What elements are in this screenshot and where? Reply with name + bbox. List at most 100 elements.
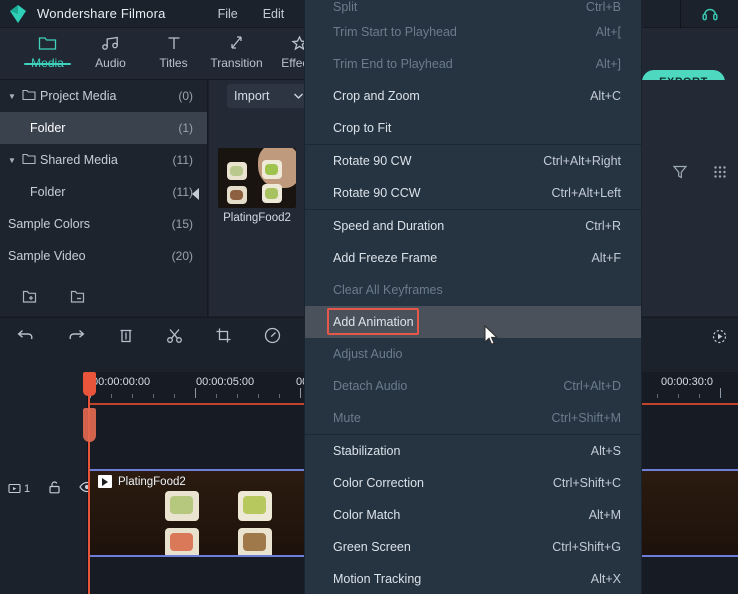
text-t-icon [166,33,182,53]
play-icon [98,475,112,488]
delete-icon[interactable] [118,327,134,347]
collapse-panel-arrow-icon[interactable] [192,188,199,200]
unlock-icon[interactable] [48,480,61,497]
chevron-down-icon[interactable]: ▼ [8,92,22,101]
tab-label-audio: Audio [95,56,126,70]
tab-transition[interactable]: Transition [205,28,268,70]
mouse-pointer-icon [484,324,498,345]
menu-item-speed-and-duration[interactable]: Speed and Duration Ctrl+R [305,210,641,242]
video-track-icon: 1 [8,483,30,495]
menu-item-split[interactable]: Split Ctrl+B [305,0,641,16]
tab-media[interactable]: Media [16,28,79,70]
library-row-shared-media[interactable]: ▼ Shared Media (11) [0,144,207,176]
library-count: (0) [178,89,193,103]
library-label: Sample Colors [8,217,90,231]
ruler-label-0: 00:00:00:00 [92,376,151,388]
menu-item-label: Add Freeze Frame [333,251,438,265]
menu-item-shortcut: Ctrl+Alt+Left [551,186,621,200]
remove-folder-icon[interactable] [70,289,88,308]
menu-item-label: Add Animation [333,315,414,329]
clip-name: PlatingFood2 [118,475,186,488]
clip-context-menu: Split Ctrl+B Trim Start to Playhead Alt+… [305,0,641,594]
menu-item-color-correction[interactable]: Color Correction Ctrl+Shift+C [305,467,641,499]
menu-item-mute[interactable]: Mute Ctrl+Shift+M [305,402,641,434]
timeline-playhead[interactable] [88,372,90,594]
menu-item-adjust-audio[interactable]: Adjust Audio [305,338,641,370]
undo-icon[interactable] [16,328,35,347]
menu-item-trim-end-to-playhead[interactable]: Trim End to Playhead Alt+] [305,48,641,80]
menu-item-shortcut: Ctrl+Shift+G [552,540,621,554]
menu-item-crop-to-fit[interactable]: Crop to Fit [305,112,641,144]
speed-icon[interactable] [264,327,281,347]
import-button[interactable]: Import [227,84,311,108]
menu-item-clear-all-keyframes[interactable]: Clear All Keyframes [305,274,641,306]
timeline-track-header: 1 [0,372,95,594]
menu-item-trim-start-to-playhead[interactable]: Trim Start to Playhead Alt+[ [305,16,641,48]
tab-label-transition: Transition [210,56,263,70]
help-support-button[interactable] [680,0,738,28]
ruler-label-2: 00:00:30:0 [661,376,713,388]
menu-item-rotate-90-ccw[interactable]: Rotate 90 CCW Ctrl+Alt+Left [305,177,641,209]
redo-icon[interactable] [67,328,86,347]
library-count: (15) [171,217,193,231]
menu-item-shortcut: Alt+] [595,57,621,71]
menu-item-shortcut: Ctrl+Alt+Right [543,154,621,168]
library-row-sample-colors[interactable]: Sample Colors (15) [0,208,207,240]
library-row-folder-selected[interactable]: Folder (1) [0,112,207,144]
menu-item-shortcut: Ctrl+R [585,219,621,233]
filter-icon[interactable] [672,164,688,183]
library-label: Shared Media [40,153,118,167]
menu-item-label: Stabilization [333,444,401,458]
menu-item-label: Trim Start to Playhead [333,25,457,39]
menu-item-label: Trim End to Playhead [333,57,453,71]
split-scissors-icon[interactable] [166,327,183,347]
menu-item-add-animation[interactable]: Add Animation [305,306,641,338]
crop-icon[interactable] [215,327,232,347]
library-footer-actions [0,289,208,308]
menu-item-color-match[interactable]: Color Match Alt+M [305,499,641,531]
menu-item-crop-and-zoom[interactable]: Crop and Zoom Alt+C [305,80,641,112]
menu-item-rotate-90-cw[interactable]: Rotate 90 CW Ctrl+Alt+Right [305,145,641,177]
menu-item-add-freeze-frame[interactable]: Add Freeze Frame Alt+F [305,242,641,274]
new-folder-icon[interactable] [22,289,40,308]
menu-item-label: Adjust Audio [333,347,403,361]
track-number: 1 [24,482,31,495]
media-thumbnail [218,148,296,208]
tab-titles[interactable]: Titles [142,28,205,70]
menu-file[interactable]: File [218,7,238,21]
timeline-settings-icon[interactable] [711,328,728,348]
menu-item-shortcut: Alt+X [590,572,621,586]
menu-item-motion-tracking[interactable]: Motion Tracking Alt+X [305,563,641,594]
menu-item-shortcut: Ctrl+B [585,0,621,14]
menu-item-shortcut: Alt+[ [595,25,621,39]
menu-item-stabilization[interactable]: Stabilization Alt+S [305,435,641,467]
menu-item-shortcut: Alt+F [591,251,621,265]
library-row-sample-video[interactable]: Sample Video (20) [0,240,207,272]
tab-label-titles: Titles [159,56,188,70]
library-row-shared-folder[interactable]: Folder (11) [0,176,207,208]
media-item-caption: PlatingFood2 [223,212,291,224]
library-count: (11) [172,185,193,199]
tab-label-media: Media [31,56,64,70]
menu-item-label: Detach Audio [333,379,408,393]
library-row-project-media[interactable]: ▼ Project Media (0) [0,80,207,112]
tab-audio[interactable]: Audio [79,28,142,70]
menu-item-label: Clear All Keyframes [333,283,443,297]
folder-icon [22,153,40,168]
menu-item-label: Crop and Zoom [333,89,420,103]
menu-item-detach-audio[interactable]: Detach Audio Ctrl+Alt+D [305,370,641,402]
menu-edit[interactable]: Edit [263,7,285,21]
grid-view-icon[interactable] [712,164,728,183]
menu-item-green-screen[interactable]: Green Screen Ctrl+Shift+G [305,531,641,563]
library-count: (11) [172,153,193,167]
playhead-handle[interactable] [83,372,96,396]
menu-item-label: Green Screen [333,540,411,554]
media-item-platingfood2[interactable]: PlatingFood2 [218,148,296,224]
library-label: Sample Video [8,249,86,263]
filmora-app-window: Wondershare Filmora File Edit Tools Vi [0,0,738,594]
chevron-down-icon[interactable] [293,89,304,103]
chevron-down-icon[interactable]: ▼ [8,156,22,165]
menu-item-label: Split [333,0,358,14]
app-title: Wondershare Filmora [37,6,166,21]
playhead-handle-lower[interactable] [83,408,96,442]
